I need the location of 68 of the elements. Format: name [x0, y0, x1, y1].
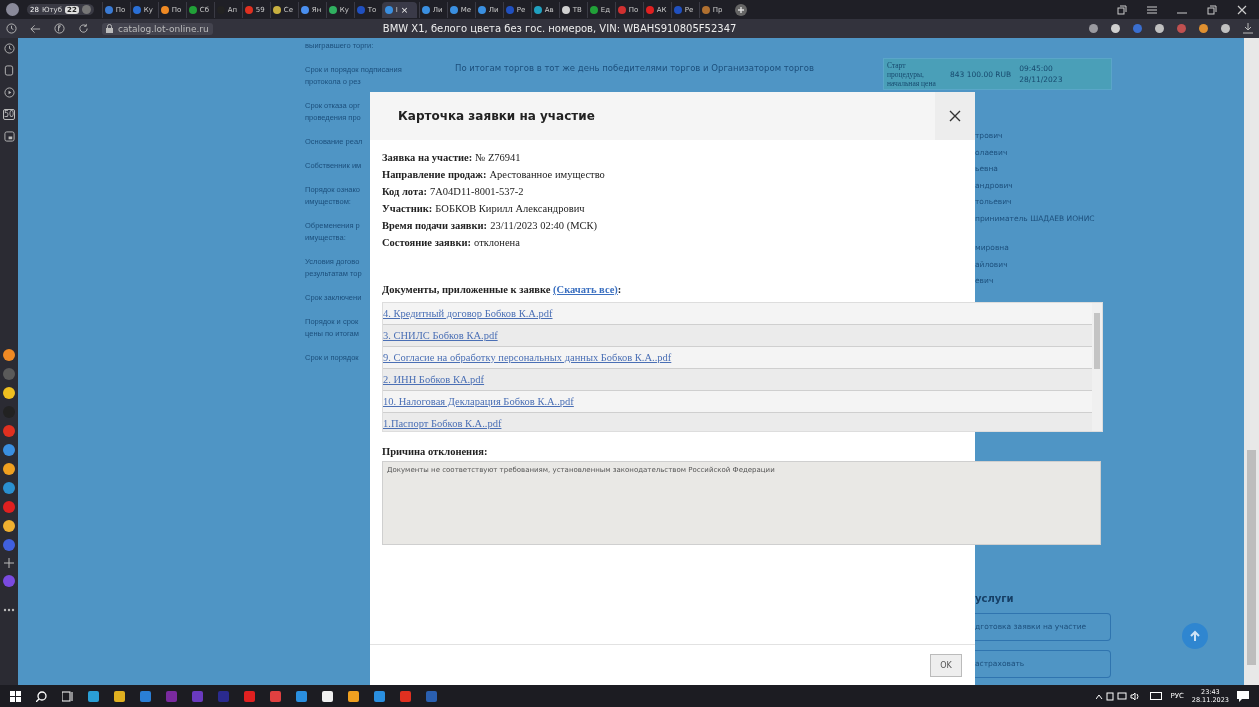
browser-logo-icon[interactable] — [54, 23, 65, 34]
page-scrollbar[interactable] — [1244, 38, 1259, 685]
lock-icon — [106, 24, 113, 33]
windows-icon[interactable] — [10, 690, 21, 702]
play-icon[interactable] — [3, 87, 15, 98]
field-label: Направление продаж: — [382, 169, 487, 180]
app-icon[interactable] — [348, 690, 359, 702]
dialog-title: Карточка заявки на участие — [398, 109, 595, 123]
close-icon — [949, 110, 961, 122]
url-field[interactable]: catalog.lot-online.ru — [102, 22, 213, 35]
extension-icon[interactable] — [1155, 24, 1164, 33]
field-value: № Z76941 — [475, 152, 521, 163]
window-icon[interactable] — [3, 131, 15, 142]
document-link[interactable]: 9. Согласие на обработку персональных данных Бобков К.А..pdf — [383, 352, 672, 363]
extension-icon[interactable] — [1199, 24, 1208, 33]
add-icon[interactable] — [4, 558, 14, 568]
field-label: Заявка на участие: — [382, 152, 473, 163]
clock-icon[interactable] — [3, 43, 15, 54]
field-value: БОБКОВ Кирилл Александрович — [435, 203, 585, 214]
task-view-icon[interactable] — [62, 690, 73, 702]
app-icon[interactable] — [114, 690, 125, 702]
document-link[interactable]: 10. Налоговая Декларация Бобков К.А..pdf — [383, 396, 574, 407]
profile-avatar-icon[interactable] — [6, 3, 19, 16]
collections-icon[interactable] — [1117, 4, 1127, 15]
app-icon[interactable] — [3, 520, 15, 532]
reason-label: Причина отклонения: — [382, 446, 489, 457]
tab-close[interactable]: × — [400, 4, 409, 15]
document-link[interactable]: 2. ИНН Бобков КА.pdf — [383, 374, 485, 385]
restore-icon[interactable] — [1207, 4, 1217, 15]
field-value: Арестованное имущество — [489, 169, 605, 180]
app-icon[interactable] — [3, 463, 15, 475]
notes-icon[interactable] — [4, 65, 14, 76]
field-label: Состояние заявки: — [382, 237, 472, 248]
app-icon[interactable] — [322, 690, 333, 702]
extension-icon[interactable] — [1089, 24, 1098, 33]
field-value: 23/11/2023 02:40 (МСК) — [490, 220, 598, 231]
app-icon[interactable] — [88, 690, 99, 702]
sidebar-badge[interactable]: 50 — [2, 109, 16, 120]
ok-button[interactable]: OK — [930, 653, 962, 677]
document-link[interactable]: 3. СНИЛС Бобков КА.pdf — [383, 330, 498, 341]
new-tab-icon[interactable] — [734, 3, 747, 16]
section-title: услуги — [975, 592, 1014, 604]
notifications-icon[interactable] — [1237, 690, 1249, 702]
menu-icon[interactable] — [1147, 5, 1157, 14]
back-icon[interactable] — [30, 23, 41, 34]
search-icon[interactable] — [36, 690, 47, 702]
close-icon[interactable] — [1237, 4, 1247, 15]
extension-icon[interactable] — [1221, 24, 1230, 33]
field-value: 7A04D11-8001-537-2 — [430, 186, 524, 197]
documents-heading: Документы, приложенные к заявке (Скачать все): — [382, 284, 623, 297]
scroll-up-icon[interactable] — [1182, 623, 1208, 649]
field-label: Участник: — [382, 203, 433, 214]
document-link[interactable]: 4. Кредитный договор Бобков К.А.pdf — [383, 308, 553, 319]
keyboard-icon[interactable] — [1150, 692, 1163, 700]
extension-icon[interactable] — [1111, 24, 1120, 33]
field-value: отклонена — [474, 237, 520, 248]
field-value: По итогам торгов в тот же день победителями торгов и Организатором торгов — [455, 63, 814, 73]
more-icon[interactable] — [3, 608, 15, 612]
page-title: BMW X1, белого цвета без гос. номеров, VIN: WBAHS910805F52347 — [382, 23, 737, 34]
history-icon[interactable] — [6, 23, 17, 34]
field-label: Код лота: — [382, 186, 427, 197]
document-link[interactable]: 1.Паспорт Бобков К.А..pdf — [383, 418, 502, 429]
reload-icon[interactable] — [78, 23, 89, 34]
app-icon[interactable] — [3, 387, 15, 399]
field-label: Время подачи заявки: — [382, 220, 488, 231]
download-all-link[interactable]: (Скачать все) — [553, 284, 618, 295]
download-icon[interactable] — [1243, 23, 1253, 34]
list-scrollbar[interactable] — [1092, 303, 1102, 431]
